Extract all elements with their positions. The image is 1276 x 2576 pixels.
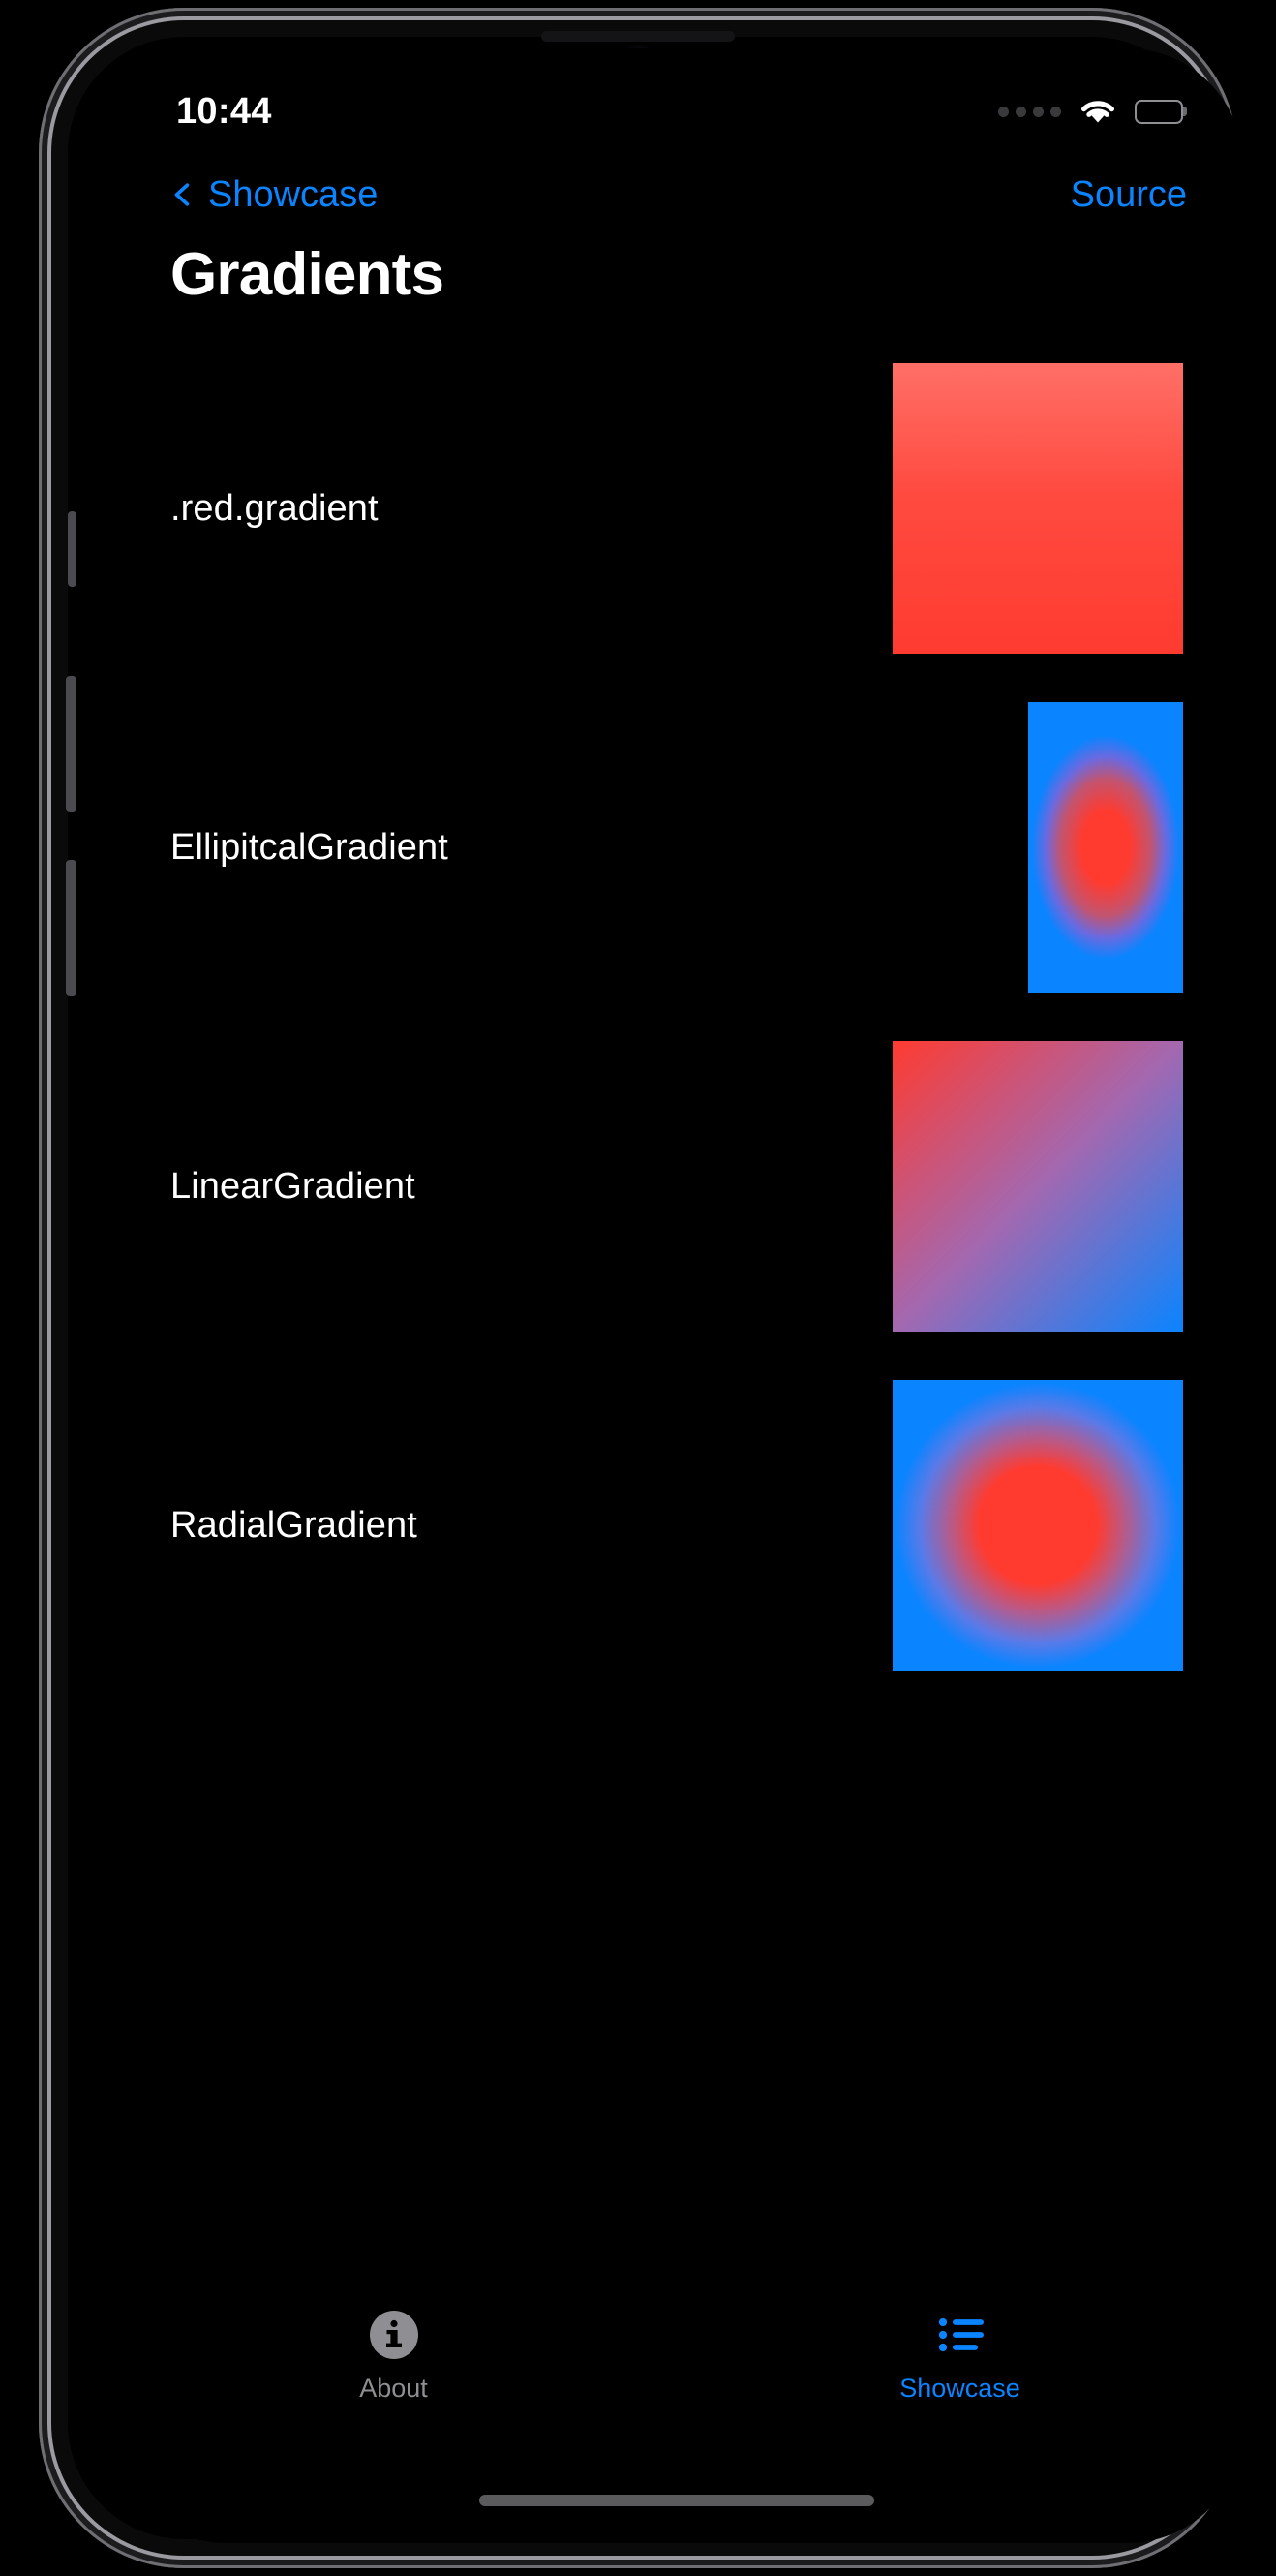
info-circle-icon (369, 2310, 418, 2359)
home-indicator[interactable] (479, 2495, 874, 2506)
gradient-swatch-radial (893, 1380, 1183, 1671)
source-button[interactable]: Source (1071, 174, 1187, 216)
back-button-label: Showcase (208, 173, 379, 215)
device-frame: 10:44 Showcase Source Gradients .red.gra… (39, 8, 1243, 2568)
status-time: 10:44 (176, 90, 272, 132)
list-bullet-icon (938, 2317, 984, 2351)
signal-dots-icon (998, 106, 1061, 117)
gradient-row-elliptical[interactable]: EllipitcalGradient (110, 678, 1243, 1017)
battery-full-icon (1135, 99, 1187, 124)
gradient-row-red[interactable]: .red.gradient (110, 339, 1243, 678)
volume-down-button[interactable] (66, 860, 76, 996)
chevron-left-icon (174, 183, 190, 206)
back-button[interactable]: Showcase (170, 174, 378, 216)
gradient-row-linear[interactable]: LinearGradient (110, 1017, 1243, 1356)
gradient-label: EllipitcalGradient (170, 826, 448, 868)
gradient-row-radial[interactable]: RadialGradient (110, 1356, 1243, 1695)
status-indicators (998, 97, 1187, 126)
tab-showcase-label: Showcase (899, 2373, 1020, 2403)
tab-bar: About Showcase (110, 2284, 1243, 2429)
volume-up-button[interactable] (66, 676, 76, 812)
earpiece-speaker (541, 31, 735, 42)
status-bar: 10:44 (110, 48, 1243, 145)
page-title: Gradients (170, 241, 444, 308)
gradient-label: RadialGradient (170, 1504, 417, 1546)
silent-switch[interactable] (68, 511, 76, 587)
gradient-list: .red.gradient EllipitcalGradient LinearG… (110, 339, 1243, 1695)
gradient-label: .red.gradient (170, 487, 379, 529)
phone-screen: 10:44 Showcase Source Gradients .red.gra… (110, 48, 1243, 2543)
tab-about-label: About (359, 2373, 428, 2403)
tab-showcase[interactable]: Showcase (677, 2310, 1243, 2404)
gradient-swatch-red (893, 363, 1183, 654)
wifi-icon (1081, 101, 1114, 123)
gradient-swatch-linear (893, 1041, 1183, 1332)
tab-about[interactable]: About (110, 2310, 677, 2404)
navigation-bar: Showcase Source (110, 153, 1243, 236)
gradient-swatch-elliptical (1028, 702, 1183, 993)
gradient-label: LinearGradient (170, 1165, 415, 1207)
